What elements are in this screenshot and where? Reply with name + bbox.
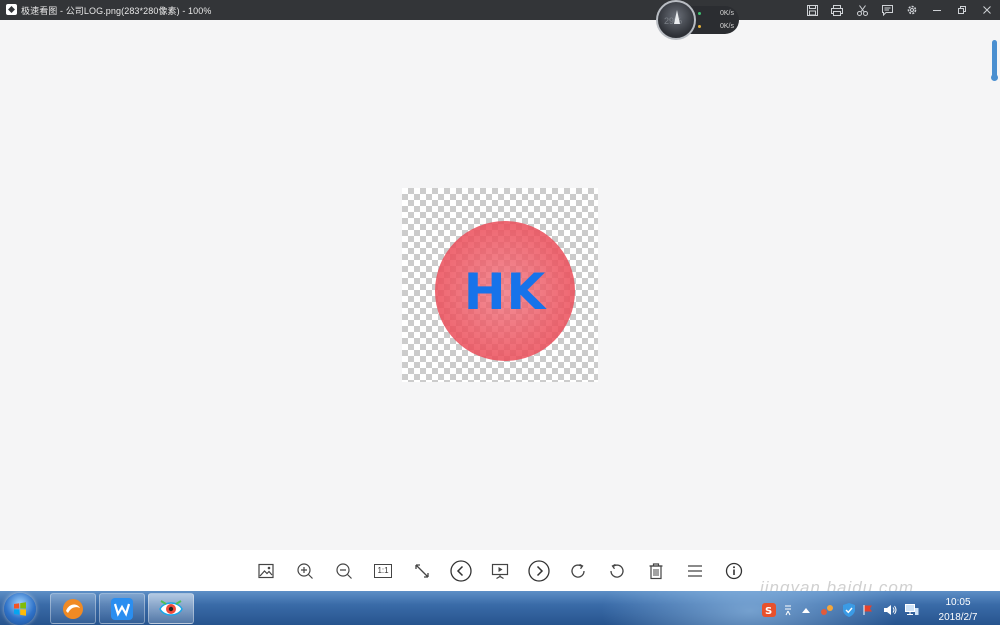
next-image-button[interactable] xyxy=(527,559,551,583)
download-speed: 0K/s xyxy=(719,23,734,30)
zoom-in-button[interactable] xyxy=(293,559,317,583)
image-info-button[interactable] xyxy=(722,559,746,583)
fit-window-button[interactable] xyxy=(410,559,434,583)
taskbar-app-wps[interactable] xyxy=(99,593,145,624)
taskbar-clock[interactable]: 10:05 2018/2/7 xyxy=(928,595,988,625)
delete-button[interactable] xyxy=(644,559,668,583)
network-speed-widget[interactable]: 0K/s 0K/s 29% xyxy=(654,0,742,42)
logo-text: HK xyxy=(463,263,547,321)
close-icon[interactable] xyxy=(979,2,995,18)
logo-circle: HK xyxy=(435,221,575,361)
language-bar-icon[interactable] xyxy=(781,603,795,617)
previous-image-button[interactable] xyxy=(449,559,473,583)
volume-icon[interactable] xyxy=(883,603,897,617)
menu-button[interactable] xyxy=(683,559,707,583)
rotate-left-button[interactable] xyxy=(605,559,629,583)
cut-icon[interactable] xyxy=(854,2,870,18)
title-bar: 极速看图 - 公司LOG.png(283*280像素) - 100% xyxy=(0,0,1000,20)
feedback-icon[interactable] xyxy=(879,2,895,18)
settings-icon[interactable] xyxy=(904,2,920,18)
actual-size-label: 1:1 xyxy=(374,564,392,578)
network-tray-icon[interactable] xyxy=(820,603,834,617)
image-viewer-icon xyxy=(159,599,183,616)
speed-dial: 29% xyxy=(656,0,696,40)
clock-time: 10:05 xyxy=(945,597,971,608)
rotate-right-button[interactable] xyxy=(566,559,590,583)
taskbar-app-browser[interactable] xyxy=(50,593,96,624)
actual-size-button[interactable]: 1:1 xyxy=(371,559,395,583)
vertical-scroll-indicator[interactable] xyxy=(991,40,998,81)
start-button[interactable] xyxy=(4,593,36,625)
dial-needle-icon xyxy=(674,10,680,24)
security-shield-icon[interactable] xyxy=(842,603,856,617)
download-speed-row: 0K/s xyxy=(698,23,734,30)
svg-text:S: S xyxy=(765,606,772,617)
show-hidden-icons-icon[interactable] xyxy=(799,603,813,617)
restore-icon[interactable] xyxy=(954,2,970,18)
upload-dot xyxy=(698,12,701,15)
zoom-out-button[interactable] xyxy=(332,559,356,583)
upload-speed: 0K/s xyxy=(719,10,734,17)
sogou-input-icon[interactable]: S xyxy=(762,603,776,617)
download-dot xyxy=(698,25,701,28)
windows-flag-icon xyxy=(14,602,26,616)
save-icon[interactable] xyxy=(804,2,820,18)
wps-office-icon xyxy=(111,597,133,620)
slideshow-button[interactable] xyxy=(488,559,512,583)
clock-date: 2018/2/7 xyxy=(938,612,978,623)
open-image-button[interactable] xyxy=(254,559,278,583)
taskbar-app-image-viewer[interactable] xyxy=(148,593,194,624)
upload-speed-row: 0K/s xyxy=(698,10,734,17)
network-monitor-icon[interactable] xyxy=(905,603,919,617)
app-logo-icon xyxy=(6,4,17,15)
minimize-icon[interactable] xyxy=(929,2,945,18)
browser-icon xyxy=(63,598,83,619)
print-icon[interactable] xyxy=(829,2,845,18)
window-title: 极速看图 - 公司LOG.png(283*280像素) - 100% xyxy=(21,6,212,16)
viewed-image: HK xyxy=(402,188,598,382)
red-flag-tray-icon[interactable] xyxy=(861,603,875,617)
